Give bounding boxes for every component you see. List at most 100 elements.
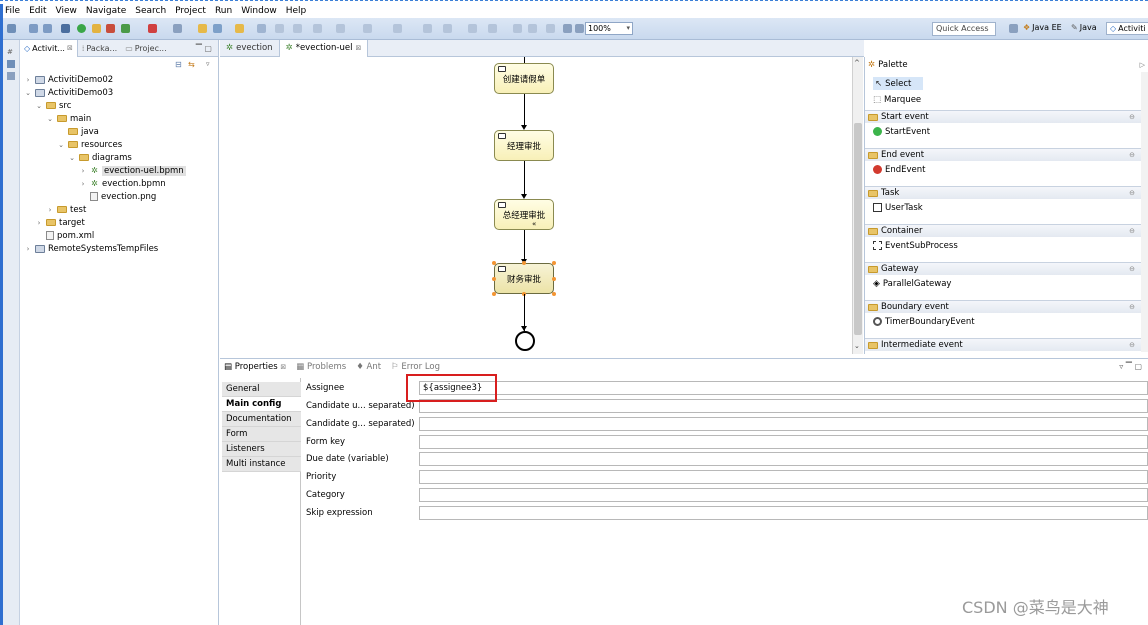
open-perspective-icon[interactable] (1009, 24, 1018, 33)
user-task-finance[interactable]: 财务审批 (494, 263, 554, 294)
server-icon[interactable] (106, 24, 115, 33)
align-center-icon[interactable] (423, 24, 432, 33)
resize-handle[interactable] (552, 261, 556, 265)
resize-handle[interactable] (552, 292, 556, 296)
palette-scrollbar[interactable] (1141, 72, 1148, 352)
tree-item-activitidemo03[interactable]: ⌄ ActivitiDemo03 (24, 86, 113, 99)
section-form[interactable]: Form (222, 427, 301, 442)
menu-navigate[interactable]: Navigate (86, 6, 126, 16)
tree-item-java[interactable]: java (57, 125, 99, 138)
chevron-right-icon[interactable]: › (24, 76, 32, 84)
save-all-icon[interactable] (43, 24, 52, 33)
sequence-flow[interactable] (524, 230, 525, 261)
palette-category-intermediate-event[interactable]: Intermediate event ⊖ (865, 338, 1141, 351)
user-task-create[interactable]: 创建请假单 (494, 63, 554, 94)
tab-ant[interactable]: ♦ Ant (356, 362, 381, 372)
close-icon[interactable]: ⊠ (67, 44, 73, 52)
zoom-select[interactable]: 100% ▾ (585, 22, 633, 35)
quick-access-input[interactable]: Quick Access (932, 22, 996, 36)
view-menu-icon[interactable]: ▿ (206, 60, 210, 68)
canvas-vertical-scrollbar[interactable]: ^ ⌄ (852, 57, 863, 354)
tree-item-diagrams[interactable]: ⌄ diagrams (68, 151, 132, 164)
layout-icon[interactable] (546, 24, 555, 33)
perspective-java[interactable]: ✎ Java (1071, 23, 1097, 32)
tree-item-activitidemo02[interactable]: › ActivitiDemo02 (24, 73, 114, 86)
link-editor-icon[interactable]: ⇆ (188, 60, 195, 69)
due-date-field[interactable] (419, 452, 1148, 466)
chevron-right-icon[interactable]: › (24, 245, 32, 253)
resize-handle[interactable] (492, 261, 496, 265)
section-multi-instance[interactable]: Multi instance (222, 457, 301, 472)
sequence-flow[interactable] (524, 94, 525, 126)
menu-edit[interactable]: Edit (29, 6, 46, 16)
menu-project[interactable]: Project (175, 6, 206, 16)
save-icon[interactable] (29, 24, 38, 33)
form-key-field[interactable] (419, 435, 1148, 449)
align-right-icon[interactable] (443, 24, 452, 33)
menu-search[interactable]: Search (135, 6, 166, 16)
menu-window[interactable]: Window (241, 6, 277, 16)
close-icon[interactable]: ⊠ (280, 363, 286, 371)
collapse-all-icon[interactable]: ⊟ (175, 60, 182, 69)
undo-icon[interactable] (363, 24, 372, 33)
tree-item-evection-png[interactable]: evection.png (79, 190, 156, 203)
palette-tool-select[interactable]: ↖ Select (873, 77, 924, 90)
collapse-icon[interactable]: ⊖ (1129, 303, 1135, 311)
menu-run[interactable]: Run (215, 6, 232, 16)
restore-icon[interactable]: # (7, 48, 13, 56)
palette-category-gateway[interactable]: Gateway ⊖ (865, 262, 1141, 275)
hierarchy-view-icon[interactable] (7, 60, 15, 68)
palette-category-start-event[interactable]: Start event ⊖ (865, 110, 1141, 123)
next-annotation-icon[interactable] (275, 24, 284, 33)
collapse-icon[interactable]: ⊖ (1129, 341, 1135, 349)
section-general[interactable]: General (222, 382, 301, 397)
zoom-in-icon[interactable] (563, 24, 572, 33)
palette-item-startevent[interactable]: StartEvent (873, 125, 930, 138)
tree-item-remotesystemstempfiles[interactable]: › RemoteSystemsTempFiles (24, 242, 159, 255)
menu-file[interactable]: File (5, 6, 20, 16)
scroll-up-icon[interactable]: ^ (854, 59, 860, 67)
chevron-down-icon[interactable]: ⌄ (24, 89, 32, 97)
align-top-icon[interactable] (468, 24, 477, 33)
chevron-right-icon[interactable]: › (79, 180, 87, 188)
resize-handle[interactable] (492, 292, 496, 296)
prev-annotation-icon[interactable] (293, 24, 302, 33)
tab-activiti-explorer[interactable]: ◇ Activit... ⊠ (20, 39, 78, 57)
candidate-groups-field[interactable] (419, 417, 1148, 431)
align-left-icon[interactable] (393, 24, 402, 33)
tree-item-resources[interactable]: ⌄ resources (57, 138, 122, 151)
tab-problems[interactable]: ▦ Problems (296, 362, 346, 372)
collapse-icon[interactable]: ⊖ (1129, 227, 1135, 235)
scrollbar-thumb[interactable] (854, 123, 862, 335)
category-field[interactable] (419, 488, 1148, 502)
open-type-icon[interactable] (173, 24, 182, 33)
palette-tool-marquee[interactable]: ⬚ Marquee (873, 93, 921, 106)
tab-package-explorer[interactable]: ⁞ Packa... (78, 40, 121, 57)
candidate-users-field[interactable] (419, 399, 1148, 413)
tree-item-main[interactable]: ⌄ main (46, 112, 91, 125)
section-documentation[interactable]: Documentation (222, 412, 301, 427)
priority-field[interactable] (419, 470, 1148, 484)
new-folder-icon[interactable] (198, 24, 207, 33)
tab-error-log[interactable]: ⚐ Error Log (391, 362, 440, 372)
match-height-icon[interactable] (528, 24, 537, 33)
palette-item-timerboundaryevent[interactable]: TimerBoundaryEvent (873, 315, 975, 328)
chevron-right-icon[interactable]: › (46, 206, 54, 214)
stop-icon[interactable] (148, 24, 157, 33)
end-event[interactable] (515, 331, 535, 351)
back-icon[interactable] (313, 24, 322, 33)
run-icon[interactable] (121, 24, 130, 33)
tree-item-pom-xml[interactable]: pom.xml (35, 229, 94, 242)
open-file-icon[interactable] (235, 24, 244, 33)
collapse-icon[interactable]: ⊖ (1129, 189, 1135, 197)
menu-view[interactable]: View (56, 6, 77, 16)
tree-item-evection-uel-bpmn[interactable]: › ✲ evection-uel.bpmn (79, 164, 186, 177)
print-icon[interactable] (61, 24, 70, 33)
new-icon[interactable] (7, 24, 16, 33)
perspective-java-ee[interactable]: ❖ Java EE (1023, 23, 1062, 32)
tab-evection[interactable]: ✲ evection (220, 40, 279, 57)
zoom-out-icon[interactable] (575, 24, 584, 33)
section-listeners[interactable]: Listeners (222, 442, 301, 457)
collapse-palette-icon[interactable]: ▷ (1140, 61, 1145, 69)
palette-item-endevent[interactable]: EndEvent (873, 163, 926, 176)
